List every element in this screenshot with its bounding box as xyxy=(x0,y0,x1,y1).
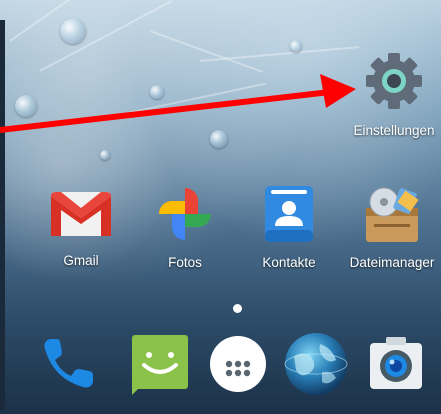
annotation-arrow xyxy=(0,74,356,133)
home-screen: Einstellungen Gmail Fotos Kontakte Datei… xyxy=(0,0,441,414)
